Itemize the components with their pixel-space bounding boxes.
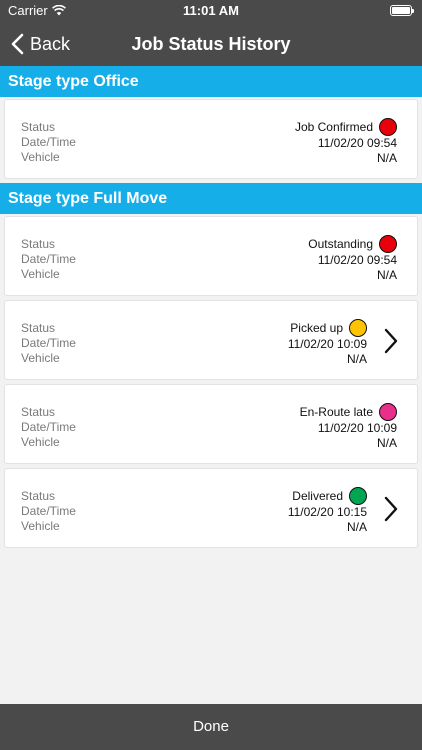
- status-history-list[interactable]: Stage type Office Status Date/Time Vehicle J…: [0, 66, 422, 704]
- datetime-value: 11/02/20 10:09: [287, 337, 367, 351]
- status-card: Status Date/Time Vehicle Job Confirmed 11/02…: [4, 99, 418, 179]
- status-value: Picked up: [290, 320, 343, 335]
- status-indicator-icon: [379, 118, 397, 136]
- field-labels: Status Date/Time Vehicle: [21, 237, 76, 282]
- vehicle-value: N/A: [346, 352, 367, 366]
- status-card: Status Date/Time Vehicle En-Route late 11/02…: [4, 384, 418, 464]
- field-values: Picked up 11/02/20 10:09 N/A: [288, 319, 367, 367]
- status-indicator-icon: [379, 235, 397, 253]
- section-header: Stage type Full Move: [0, 183, 422, 214]
- navigation-bar: Back Job Status History: [0, 22, 422, 66]
- datetime-label: Date/Time: [21, 336, 76, 350]
- status-value: Job Confirmed: [294, 119, 373, 134]
- status-row: En-Route late: [300, 403, 397, 421]
- datetime-value: 11/02/20 10:15: [287, 505, 367, 519]
- status-label: Status: [21, 120, 56, 134]
- field-values: Outstanding 11/02/20 09:54 N/A: [308, 235, 397, 283]
- vehicle-value: N/A: [376, 436, 397, 450]
- section-header: Stage type Office: [0, 66, 422, 97]
- datetime-label: Date/Time: [21, 504, 76, 518]
- field-labels: Status Date/Time Vehicle: [21, 405, 76, 450]
- status-row: Delivered: [288, 487, 367, 505]
- status-label: Status: [21, 489, 56, 503]
- datetime-value: 11/02/20 09:54: [317, 253, 397, 267]
- field-values: En-Route late 11/02/20 10:09 N/A: [300, 403, 397, 451]
- status-value: En-Route late: [299, 404, 373, 419]
- field-labels: Status Date/Time Vehicle: [21, 489, 76, 534]
- status-indicator-icon: [379, 403, 397, 421]
- field-values: Delivered 11/02/20 10:15 N/A: [288, 487, 367, 535]
- vehicle-label: Vehicle: [21, 150, 60, 164]
- vehicle-label: Vehicle: [21, 519, 60, 533]
- datetime-value: 11/02/20 09:54: [317, 136, 397, 150]
- status-row: Job Confirmed: [295, 118, 397, 136]
- datetime-label: Date/Time: [21, 252, 76, 266]
- chevron-right-icon[interactable]: [381, 327, 401, 355]
- status-card: Status Date/Time Vehicle Outstanding 11/02/2…: [4, 216, 418, 296]
- status-label: Status: [21, 237, 56, 251]
- field-labels: Status Date/Time Vehicle: [21, 120, 76, 165]
- vehicle-value: N/A: [376, 151, 397, 165]
- status-indicator-icon: [349, 487, 367, 505]
- vehicle-label: Vehicle: [21, 267, 60, 281]
- chevron-right-icon[interactable]: [381, 495, 401, 523]
- vehicle-label: Vehicle: [21, 435, 60, 449]
- done-button[interactable]: Done: [0, 704, 422, 750]
- status-label: Status: [21, 321, 56, 335]
- clock: 11:01 AM: [183, 3, 239, 18]
- datetime-value: 11/02/20 10:09: [317, 421, 397, 435]
- vehicle-value: N/A: [346, 520, 367, 534]
- vehicle-label: Vehicle: [21, 351, 60, 365]
- status-bar: Carrier 11:01 AM: [0, 0, 422, 22]
- status-row: Picked up: [288, 319, 367, 337]
- status-row: Outstanding: [308, 235, 397, 253]
- status-value: Outstanding: [308, 236, 373, 251]
- status-value: Delivered: [292, 488, 343, 503]
- battery-icon: [390, 5, 414, 16]
- vehicle-value: N/A: [376, 268, 397, 282]
- field-labels: Status Date/Time Vehicle: [21, 321, 76, 366]
- status-label: Status: [21, 405, 56, 419]
- datetime-label: Date/Time: [21, 135, 76, 149]
- field-values: Job Confirmed 11/02/20 09:54 N/A: [295, 118, 397, 166]
- page-title: Job Status History: [131, 34, 291, 54]
- status-indicator-icon: [349, 319, 367, 337]
- datetime-label: Date/Time: [21, 420, 76, 434]
- status-card[interactable]: Status Date/Time Vehicle Delivered 11/02/20 …: [4, 468, 418, 548]
- status-card[interactable]: Status Date/Time Vehicle Picked up 11/02/20 …: [4, 300, 418, 380]
